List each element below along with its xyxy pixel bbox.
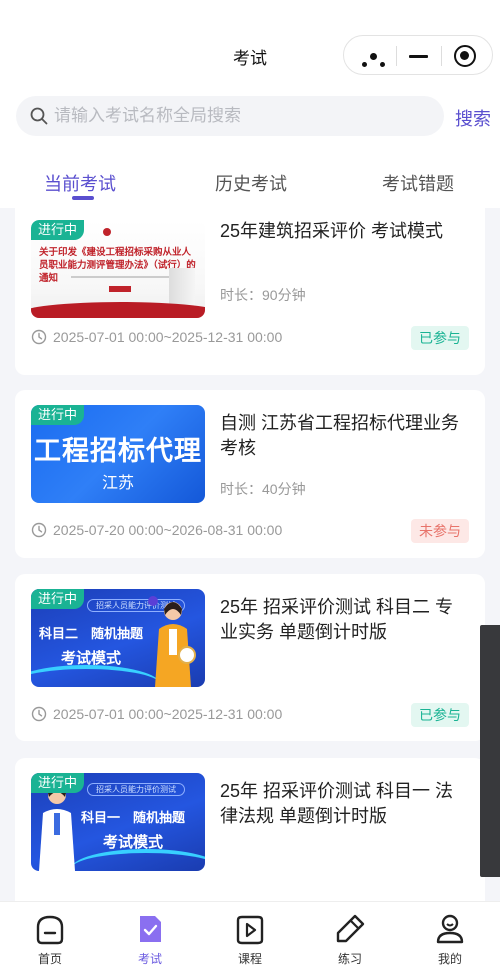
exam-time-range: 2025-07-01 00:00~2025-12-31 00:00	[31, 706, 282, 722]
cover-line-1: 科目一 随机抽题	[81, 811, 186, 826]
clock-icon	[31, 706, 47, 722]
tab-wrong-questions[interactable]: 考试错题	[382, 170, 454, 196]
tabbar-label: 首页	[37, 952, 62, 966]
exam-cover-image: 进行中 招采人员能力评价测试 科目二 随机抽题 考试模式	[31, 589, 205, 687]
active-tab-indicator	[72, 196, 94, 200]
clock-icon	[31, 329, 47, 345]
more-icon[interactable]	[362, 53, 388, 72]
exam-cover-image: 进行中 招采人员能力评价测试 科目一 随机抽题 考试模式	[31, 773, 205, 871]
status-badge-live: 进行中	[31, 589, 85, 609]
exam-card[interactable]: 进行中 招采人员能力评价测试 科目二 随机抽题 考试模式 25年 招采评价测试 …	[15, 574, 485, 741]
search-input[interactable]	[54, 96, 434, 136]
practice-icon	[336, 914, 365, 943]
search-box	[16, 96, 444, 136]
tabbar-label: 练习	[337, 952, 362, 966]
tab-history-exams[interactable]: 历史考试	[215, 170, 287, 196]
exam-time-text: 2025-07-01 00:00~2025-12-31 00:00	[53, 329, 283, 345]
exam-card[interactable]: 进行中 关于印发《建设工程招标采购从业人员职业能力测评管理办法》（试行）的通知 …	[15, 208, 485, 375]
tabbar-label: 课程	[237, 952, 262, 966]
profile-icon	[436, 914, 464, 944]
exam-cover-image: 进行中 工程招标代理 江苏	[31, 405, 205, 503]
participation-status: 已参与	[411, 326, 469, 350]
presenter-illustration	[148, 596, 196, 687]
exam-duration: 时长：90分钟	[220, 287, 306, 303]
tab-current-exams[interactable]: 当前考试	[44, 170, 116, 196]
exam-title: 25年 招采评价测试 科目二 专业实务 单题倒计时版	[220, 597, 454, 642]
exam-title: 25年 招采评价测试 科目一 法律法规 单题倒计时版	[220, 781, 454, 826]
exam-tabs: 当前考试 历史考试 考试错题	[0, 150, 500, 208]
minimize-icon[interactable]	[409, 55, 428, 58]
exam-cover-image: 进行中 关于印发《建设工程招标采购从业人员职业能力测评管理办法》（试行）的通知	[31, 220, 205, 318]
course-icon	[236, 915, 264, 945]
search-row: 搜索	[0, 88, 500, 150]
exam-duration: 时长：40分钟	[220, 481, 306, 497]
tabbar-label: 我的	[437, 952, 462, 966]
miniprogram-capsule	[343, 35, 493, 75]
exam-title: 自测 江苏省工程招标代理业务考核	[220, 413, 459, 458]
exam-card[interactable]: 进行中 工程招标代理 江苏 自测 江苏省工程招标代理业务考核 时长：40分钟 2…	[15, 390, 485, 558]
navbar: 考试	[0, 8, 500, 88]
exam-time-text: 2025-07-01 00:00~2025-12-31 00:00	[53, 706, 283, 722]
exam-time-range: 2025-07-01 00:00~2025-12-31 00:00	[31, 329, 282, 345]
tabbar-label: 考试	[137, 952, 162, 966]
tabbar-item-home[interactable]: 首页	[20, 912, 80, 967]
cover-line-1: 科目二 随机抽题	[39, 627, 144, 642]
cover-title: 工程招标代理	[34, 436, 202, 467]
scroll-handle[interactable]	[480, 625, 500, 877]
close-target-icon[interactable]	[454, 45, 476, 67]
status-badge-live: 进行中	[31, 405, 85, 425]
exam-list: 进行中 关于印发《建设工程招标采购从业人员职业能力测评管理办法》（试行）的通知 …	[0, 208, 500, 901]
tabbar-item-practice[interactable]: 练习	[320, 912, 380, 967]
cover-subtitle: 江苏	[101, 473, 134, 492]
exam-title: 25年建筑招采评价 考试模式	[220, 221, 444, 241]
tabbar-item-profile[interactable]: 我的	[420, 912, 480, 967]
status-badge-live: 进行中	[31, 220, 85, 240]
search-button[interactable]: 搜索	[455, 105, 491, 131]
cover-pill: 招采人员能力评价测试	[87, 783, 185, 796]
bottom-tabbar: 首页 考试 课程 练习 我的	[0, 901, 500, 970]
search-icon	[30, 107, 48, 125]
tabbar-item-course[interactable]: 课程	[220, 912, 280, 967]
status-badge-live: 进行中	[31, 773, 85, 793]
exam-card[interactable]: 进行中 招采人员能力评价测试 科目一 随机抽题 考试模式 25年 招采评价测试 …	[15, 758, 485, 901]
clock-icon	[31, 522, 47, 538]
tabbar-item-exam[interactable]: 考试	[120, 912, 180, 967]
exam-icon	[140, 916, 161, 942]
exam-time-range: 2025-07-20 00:00~2026-08-31 00:00	[31, 522, 282, 538]
status-bar	[0, 0, 500, 8]
participation-status: 已参与	[411, 703, 469, 727]
exam-time-text: 2025-07-20 00:00~2026-08-31 00:00	[53, 522, 283, 538]
home-icon	[36, 915, 64, 945]
participation-status: 未参与	[411, 519, 469, 543]
